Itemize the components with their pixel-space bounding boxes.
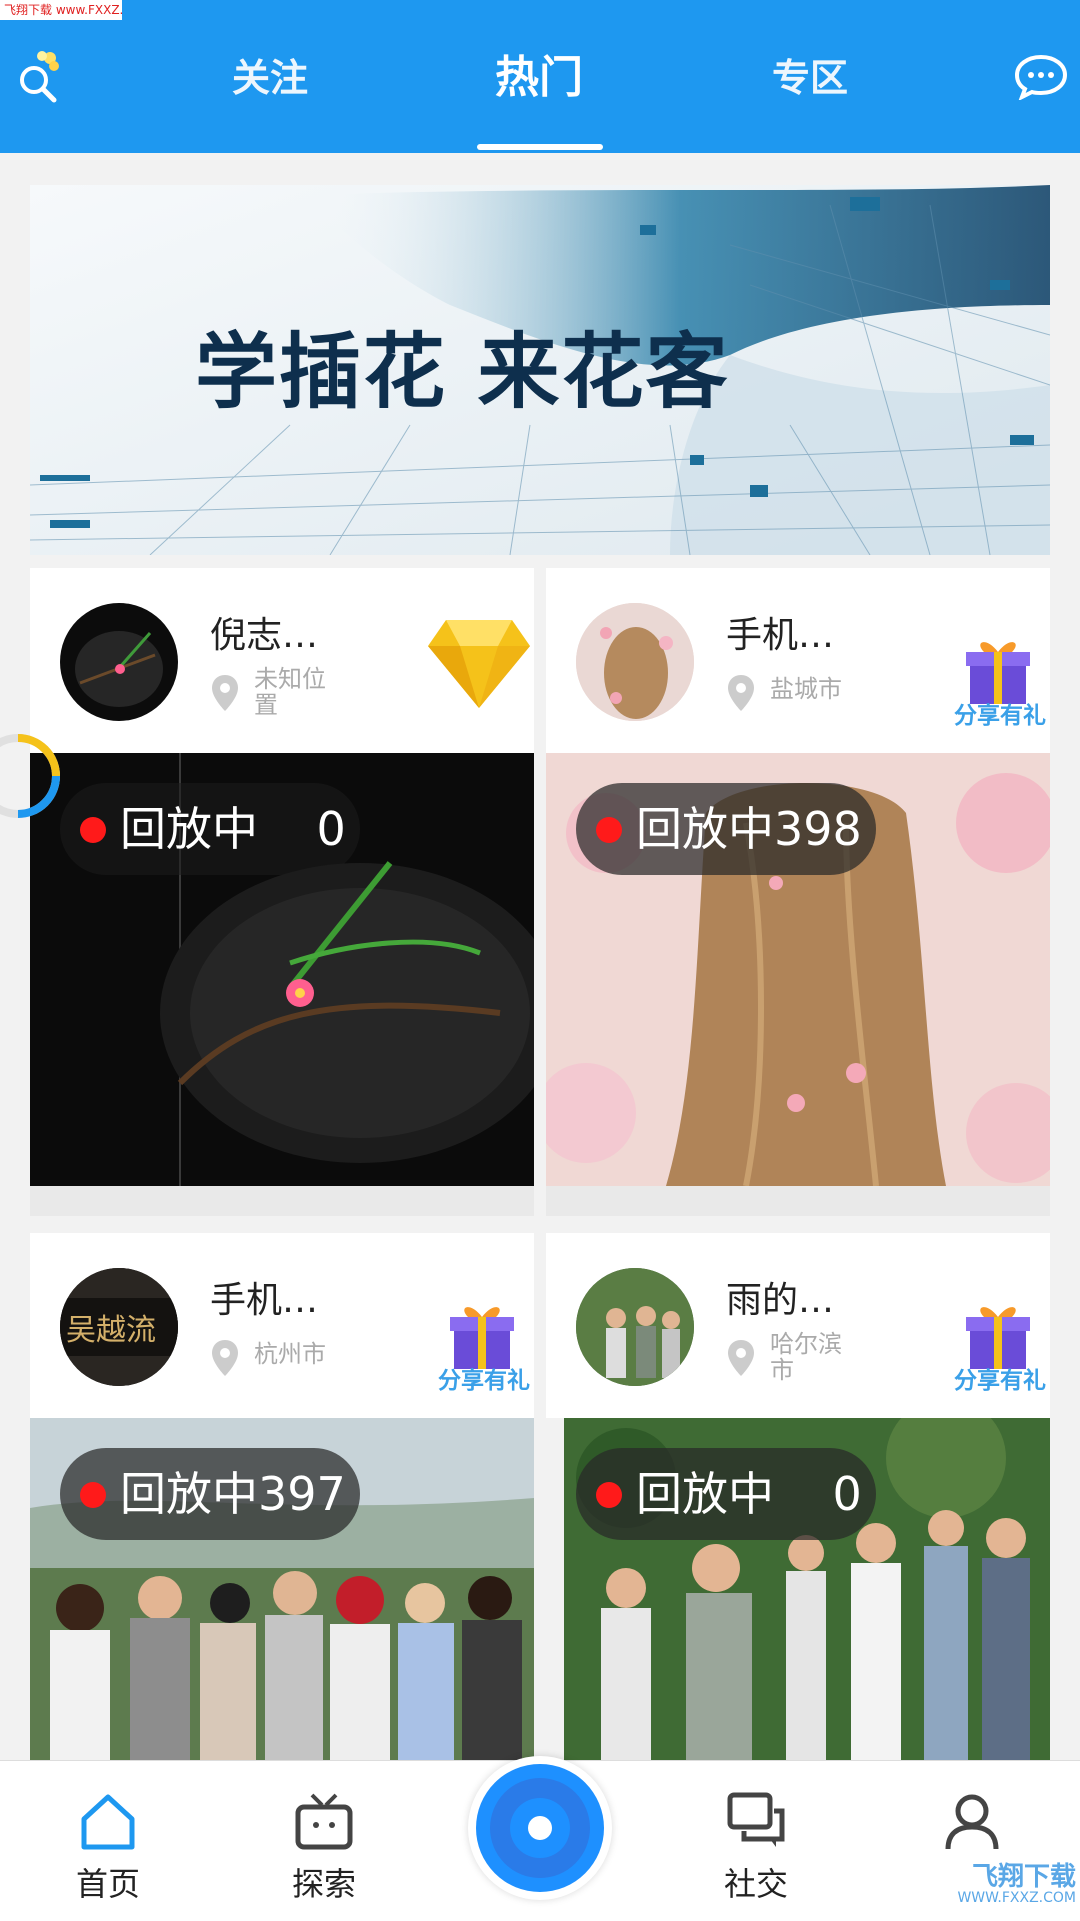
playback-status: 回放中 0	[120, 783, 346, 875]
chat-icon	[727, 1792, 785, 1847]
user-name: 雨的…	[726, 1280, 835, 1321]
promo-banner[interactable]: 学插花 来花客	[30, 185, 1050, 555]
playback-badge: 回放中397	[60, 1448, 360, 1540]
playback-badge: 回放中398	[576, 783, 876, 875]
playback-status: 回放中397	[120, 1448, 346, 1540]
viewer-count: 0	[832, 1467, 862, 1521]
status-label: 回放中	[120, 802, 258, 856]
user-name: 手机…	[210, 1280, 319, 1321]
live-dot	[596, 817, 622, 843]
home-icon	[81, 1794, 135, 1850]
viewer-count: 0	[316, 802, 346, 856]
live-thumbnail[interactable]: 回放中 0	[30, 753, 534, 1186]
location-pin-icon	[212, 675, 238, 711]
tv-icon	[295, 1793, 353, 1850]
playback-status: 回放中 0	[636, 1448, 862, 1540]
user-icon	[945, 1794, 999, 1850]
live-card[interactable]: 倪志… 未知位置 回放中 0	[30, 568, 534, 1216]
location-text: 盐城市	[770, 675, 842, 703]
avatar[interactable]	[576, 603, 694, 721]
active-tab-indicator	[477, 144, 603, 150]
nav-social-label: 社交	[723, 1865, 788, 1903]
card-header: 倪志… 未知位置	[30, 568, 534, 753]
playback-badge: 回放中 0	[576, 1448, 876, 1540]
share-gift-label[interactable]: 分享有礼	[434, 1361, 534, 1395]
live-card[interactable]: 吴越流 手机… 杭州市 分享有礼 回放中397	[30, 1233, 534, 1760]
live-dot	[80, 1482, 106, 1508]
nav-explore[interactable]: 探索	[264, 1791, 384, 1903]
share-gift-label[interactable]: 分享有礼	[950, 1361, 1050, 1395]
location-pin-icon	[728, 675, 754, 711]
watermark-bottom: 飞翔下载 WWW.FXXZ.COM	[916, 1856, 1076, 1916]
tab-follow[interactable]: 关注	[190, 48, 350, 108]
nav-home-label: 首页	[75, 1865, 140, 1903]
message-button[interactable]	[1014, 54, 1068, 102]
user-name: 倪志…	[210, 615, 319, 656]
nav-home[interactable]: 首页	[48, 1791, 168, 1903]
card-header: 手机… 盐城市 分享有礼	[546, 568, 1050, 753]
status-label: 回放中	[120, 1467, 258, 1521]
card-footer	[30, 1186, 534, 1216]
card-header: 雨的… 哈尔滨市 分享有礼	[546, 1233, 1050, 1418]
watermark-top: 飞翔下载 www.FXXZ.com	[0, 0, 122, 20]
live-record-icon	[476, 1764, 604, 1892]
location-text: 杭州市	[254, 1340, 326, 1368]
card-footer	[546, 1186, 1050, 1216]
search-flower-icon	[20, 51, 59, 103]
avatar[interactable]: 吴越流	[60, 1268, 178, 1386]
location-text: 哈尔滨市	[770, 1330, 842, 1384]
banner-title: 学插花 来花客	[195, 325, 730, 420]
playback-badge: 回放中 0	[60, 783, 360, 875]
live-thumbnail[interactable]: 回放中398	[546, 753, 1050, 1186]
loading-spinner-icon	[0, 734, 60, 818]
avatar[interactable]	[576, 1268, 694, 1386]
live-record-button[interactable]	[468, 1756, 612, 1900]
tab-zone[interactable]: 专区	[730, 48, 890, 108]
card-header: 吴越流 手机… 杭州市 分享有礼	[30, 1233, 534, 1418]
location-pin-icon	[212, 1340, 238, 1376]
viewer-count: 397	[258, 1467, 346, 1521]
location-pin-icon	[728, 1340, 754, 1376]
avatar-text: 吴越流	[66, 1313, 156, 1348]
message-bubble-icon	[1014, 54, 1068, 102]
diamond-badge-icon[interactable]	[426, 610, 532, 710]
live-thumbnail[interactable]: 回放中397	[30, 1418, 534, 1760]
playback-status: 回放中398	[636, 783, 862, 875]
live-dot	[596, 1482, 622, 1508]
nav-explore-label: 探索	[291, 1865, 356, 1903]
search-button[interactable]	[16, 48, 66, 104]
top-header: 飞翔下载 www.FXXZ.com 关注 热门 专区	[0, 0, 1080, 153]
location-text: 未知位置	[254, 665, 326, 719]
live-thumbnail[interactable]: 回放中 0	[546, 1418, 1050, 1760]
live-card[interactable]: 雨的… 哈尔滨市 分享有礼 回放中 0	[546, 1233, 1050, 1760]
watermark-line2: WWW.FXXZ.COM	[957, 1890, 1076, 1906]
live-card[interactable]: 手机… 盐城市 分享有礼 回放中398	[546, 568, 1050, 1216]
tab-hot[interactable]: 热门	[459, 48, 619, 108]
live-dot	[80, 817, 106, 843]
viewer-count: 398	[774, 802, 862, 856]
watermark-line1: 飞翔下载	[971, 1862, 1076, 1892]
user-name: 手机…	[726, 615, 835, 656]
status-label: 回放中	[636, 1467, 774, 1521]
nav-social[interactable]: 社交	[696, 1791, 816, 1903]
avatar[interactable]	[60, 603, 178, 721]
status-label: 回放中	[636, 802, 774, 856]
share-gift-label[interactable]: 分享有礼	[950, 696, 1050, 730]
